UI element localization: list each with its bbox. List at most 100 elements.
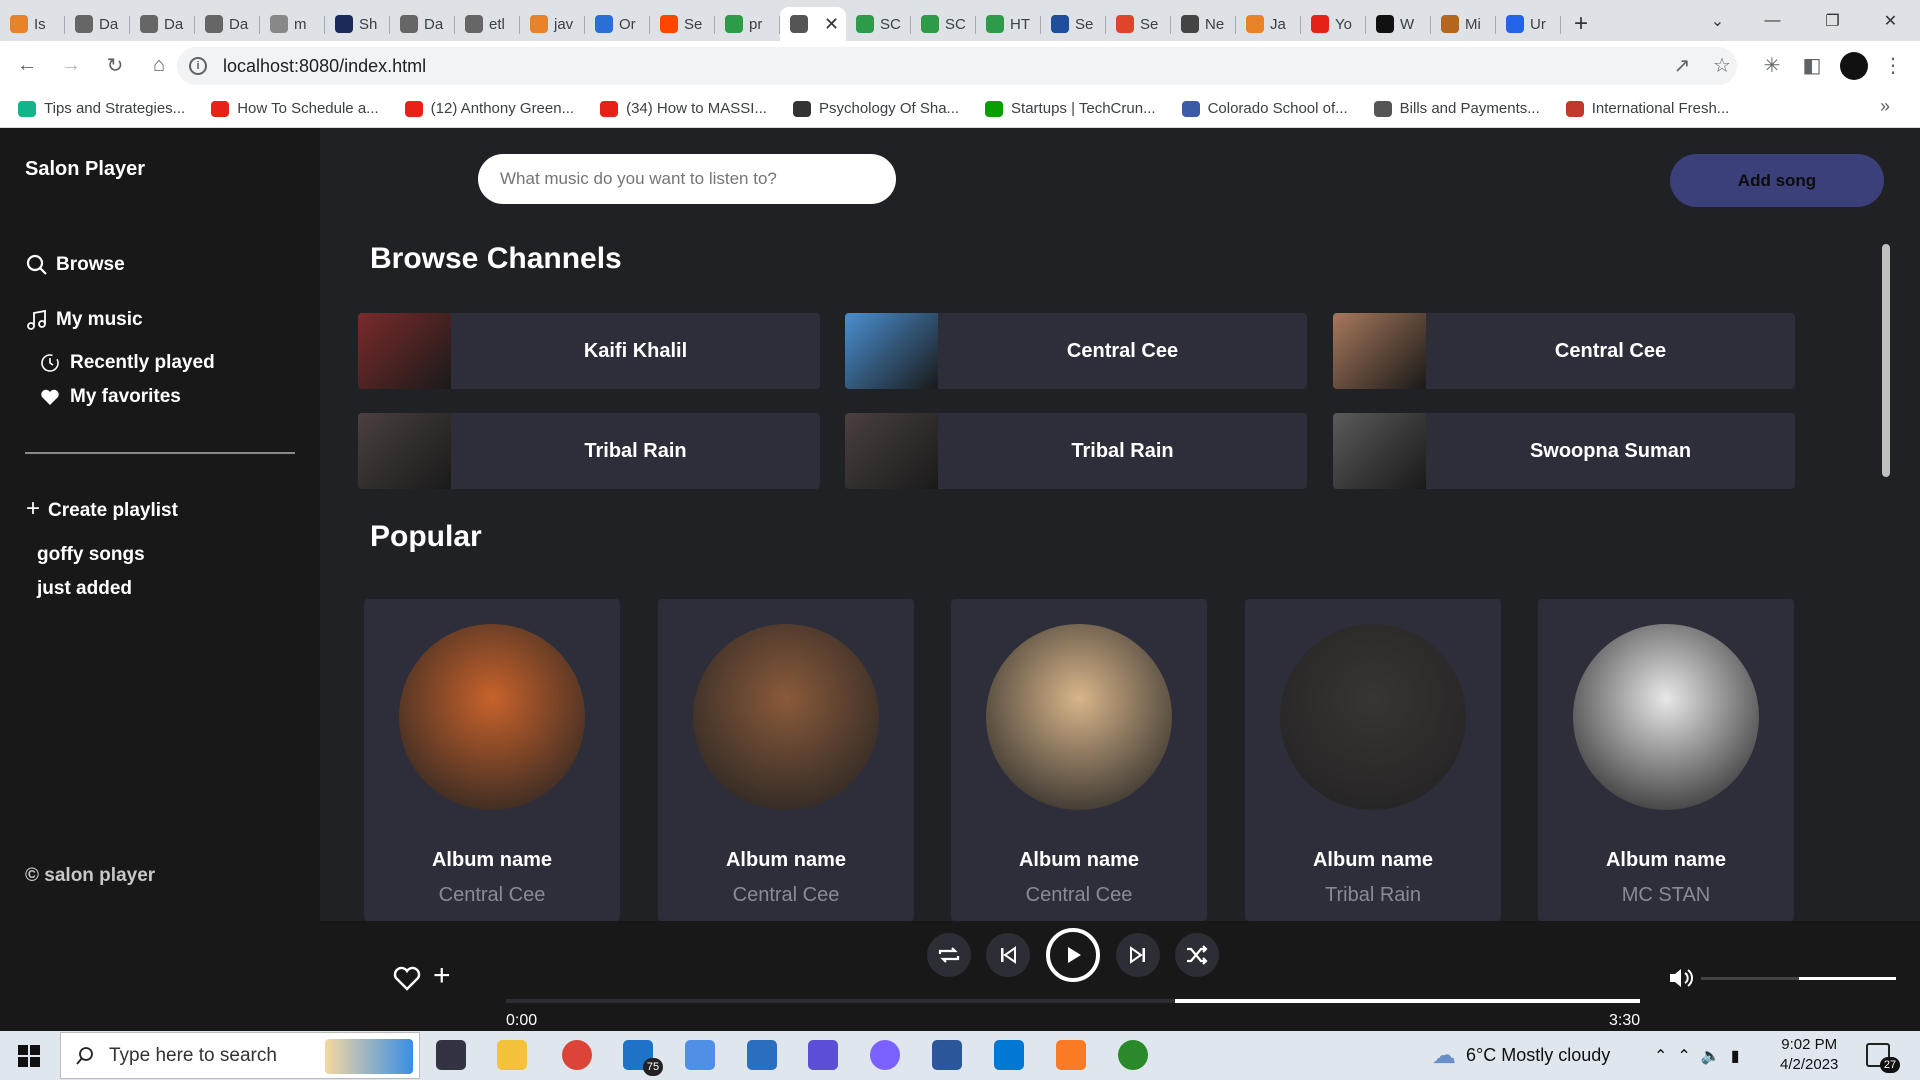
album-card[interactable]: Album name Central Cee — [364, 599, 620, 921]
nav-my-music[interactable]: My music — [26, 309, 143, 331]
new-tab-button[interactable]: + — [1561, 7, 1601, 41]
album-card[interactable]: Album name Central Cee — [951, 599, 1207, 921]
bookmark-item[interactable]: (34) How to MASSI... — [600, 100, 767, 117]
browser-tab[interactable]: SC — [911, 7, 976, 41]
browser-tab[interactable]: m — [260, 7, 325, 41]
channel-card[interactable]: Kaifi Khalil — [358, 313, 820, 389]
play-button[interactable] — [1046, 928, 1100, 982]
browser-tab[interactable]: Yo — [1301, 7, 1366, 41]
word-icon[interactable] — [932, 1040, 962, 1070]
store-icon[interactable] — [685, 1040, 715, 1070]
browser-tab[interactable]: Da — [130, 7, 195, 41]
close-window-button[interactable]: ✕ — [1863, 0, 1918, 41]
browser-tab[interactable]: Ur — [1496, 7, 1561, 41]
network-icon[interactable]: ⌃ — [1677, 1046, 1690, 1066]
browser-tab[interactable]: HT — [976, 7, 1041, 41]
share-icon[interactable]: ↗ — [1662, 41, 1702, 90]
restore-button[interactable]: ❐ — [1805, 0, 1860, 41]
address-bar[interactable]: i localhost:8080/index.html — [177, 47, 1737, 85]
battery-icon[interactable]: ▮ — [1731, 1046, 1740, 1066]
browser-tab[interactable]: Ne — [1171, 7, 1236, 41]
browser-tab[interactable]: ✕ — [780, 7, 846, 41]
browser-tab[interactable]: Da — [65, 7, 130, 41]
next-button[interactable] — [1116, 933, 1160, 977]
profile-avatar[interactable] — [1834, 41, 1874, 90]
browser-tab[interactable]: W — [1366, 7, 1431, 41]
repeat-button[interactable] — [927, 933, 971, 977]
browser-tab[interactable]: SC — [846, 7, 911, 41]
chrome-icon[interactable] — [562, 1040, 592, 1070]
browser-tab[interactable]: Mi — [1431, 7, 1496, 41]
bookmark-item[interactable]: Psychology Of Sha... — [792, 100, 959, 117]
album-card[interactable]: Album name Central Cee — [658, 599, 914, 921]
site-info-icon[interactable]: i — [189, 57, 207, 75]
home-icon[interactable]: ⌂ — [142, 49, 176, 83]
scrollbar-thumb[interactable] — [1882, 244, 1890, 477]
browser-tab[interactable]: Sh — [325, 7, 390, 41]
create-playlist-button[interactable]: + Create playlist — [26, 495, 178, 523]
side-panel-icon[interactable]: ◧ — [1792, 41, 1832, 90]
bookmark-item[interactable]: (12) Anthony Green... — [404, 100, 574, 117]
channel-card[interactable]: Tribal Rain — [845, 413, 1307, 489]
browser-tab[interactable]: Or — [585, 7, 650, 41]
back-icon[interactable]: ← — [10, 49, 44, 83]
browser-tab[interactable]: Ja — [1236, 7, 1301, 41]
taskbar-search-box[interactable]: Type here to search — [60, 1032, 420, 1079]
channel-card[interactable]: Central Cee — [1333, 313, 1795, 389]
album-card[interactable]: Album name Tribal Rain — [1245, 599, 1501, 921]
browser-tab[interactable]: pr — [715, 7, 780, 41]
menu-icon[interactable]: ⋮ — [1873, 41, 1913, 90]
browser-tab[interactable]: jav — [520, 7, 585, 41]
vscode-icon[interactable] — [994, 1040, 1024, 1070]
speaker-icon[interactable]: 🔈 — [1701, 1046, 1721, 1066]
more-bookmarks-icon[interactable]: » — [1880, 96, 1890, 117]
channel-card[interactable]: Swoopna Suman — [1333, 413, 1795, 489]
bookmark-item[interactable]: International Fresh... — [1565, 100, 1729, 117]
add-to-playlist-icon[interactable]: + — [433, 961, 451, 991]
reload-icon[interactable]: ↻ — [98, 49, 132, 83]
bookmark-item[interactable]: Startups | TechCrun... — [985, 100, 1156, 117]
browser-tab[interactable]: Da — [390, 7, 455, 41]
progress-bar[interactable] — [506, 999, 1640, 1003]
bookmark-item[interactable]: Colorado School of... — [1181, 100, 1348, 117]
app-icon[interactable] — [808, 1040, 838, 1070]
minimize-button[interactable]: — — [1745, 0, 1800, 41]
browser-tab[interactable]: Se — [650, 7, 715, 41]
volume-slider[interactable] — [1701, 977, 1896, 980]
tab-search-icon[interactable]: ⌄ — [1690, 0, 1745, 41]
playlist-item[interactable]: goffy songs — [37, 544, 145, 566]
add-song-button[interactable]: Add song — [1670, 154, 1884, 207]
chevron-up-icon[interactable]: ⌃ — [1654, 1046, 1667, 1066]
channel-card[interactable]: Tribal Rain — [358, 413, 820, 489]
bookmark-item[interactable]: Tips and Strategies... — [18, 100, 185, 117]
nav-browse[interactable]: Browse — [26, 254, 125, 276]
forward-icon[interactable]: → — [54, 49, 88, 83]
browser-tab[interactable]: Se — [1106, 7, 1171, 41]
close-tab-icon[interactable]: ✕ — [824, 14, 839, 35]
browser-tab[interactable]: Da — [195, 7, 260, 41]
task-view-icon[interactable] — [436, 1040, 466, 1070]
windows-start-icon[interactable] — [18, 1045, 40, 1067]
shuffle-button[interactable] — [1175, 933, 1219, 977]
browser-tab[interactable]: Se — [1041, 7, 1106, 41]
bookmark-item[interactable]: How To Schedule a... — [211, 100, 379, 117]
clock[interactable]: 9:02 PM 4/2/2023 — [1780, 1035, 1838, 1075]
system-tray[interactable]: ⌃ ⌃ 🔈 ▮ — [1654, 1031, 1740, 1080]
app-icon[interactable] — [747, 1040, 777, 1070]
browser-tab[interactable]: etl — [455, 7, 520, 41]
playlist-item[interactable]: just added — [37, 578, 132, 600]
file-explorer-icon[interactable] — [497, 1040, 527, 1070]
channel-card[interactable]: Central Cee — [845, 313, 1307, 389]
previous-button[interactable] — [986, 933, 1030, 977]
xampp-icon[interactable] — [1056, 1040, 1086, 1070]
browser-tab[interactable]: Is — [0, 7, 65, 41]
app-icon[interactable] — [870, 1040, 900, 1070]
volume-icon[interactable] — [1668, 966, 1694, 990]
app-icon[interactable] — [1118, 1040, 1148, 1070]
favorite-heart-icon[interactable] — [393, 965, 421, 991]
bookmark-star-icon[interactable]: ☆ — [1702, 41, 1742, 90]
bookmark-item[interactable]: Bills and Payments... — [1373, 100, 1540, 117]
album-card[interactable]: Album name MC STAN — [1538, 599, 1794, 921]
search-input[interactable] — [478, 154, 896, 204]
weather-widget[interactable]: ☁ 6°C Mostly cloudy — [1432, 1031, 1610, 1080]
